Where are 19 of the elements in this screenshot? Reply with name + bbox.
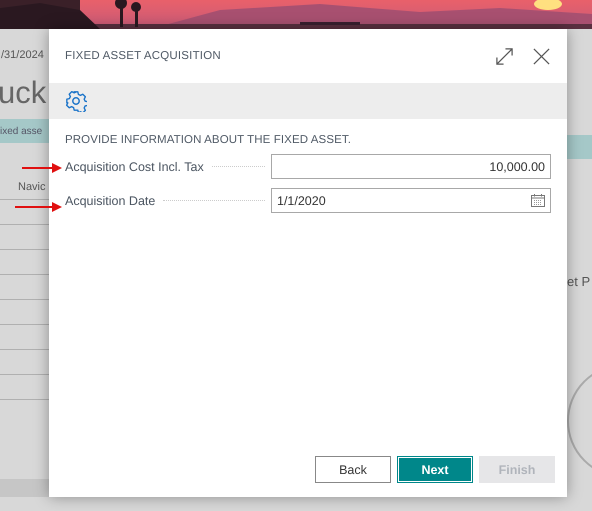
date-field[interactable]: 1/1/2020: [271, 188, 551, 213]
section-heading: PROVIDE INFORMATION ABOUT THE FIXED ASSET.: [65, 134, 352, 146]
field-label: Acquisition Cost Incl. Tax: [65, 160, 204, 174]
close-icon[interactable]: [532, 46, 551, 66]
nav-tab[interactable]: Navic: [18, 181, 49, 193]
field-label: Acquisition Date: [65, 194, 156, 208]
settings-icon[interactable]: [65, 90, 87, 112]
calendar-icon[interactable]: [531, 194, 545, 207]
section-heading: et P: [567, 274, 592, 289]
expand-icon[interactable]: [495, 46, 514, 66]
wizard-button[interactable]: Back: [315, 456, 391, 483]
page-title: uck: [0, 75, 48, 111]
notification-banner: [567, 135, 592, 159]
footer-bar: [0, 479, 49, 497]
input-field[interactable]: 10,000.00: [271, 154, 551, 179]
notification-banner: ixed asse: [0, 119, 49, 143]
dialog-title: FIXED ASSET ACQUISITION: [65, 50, 222, 62]
date-text: /31/2024: [1, 49, 45, 61]
primary-button[interactable]: Next: [397, 456, 473, 483]
